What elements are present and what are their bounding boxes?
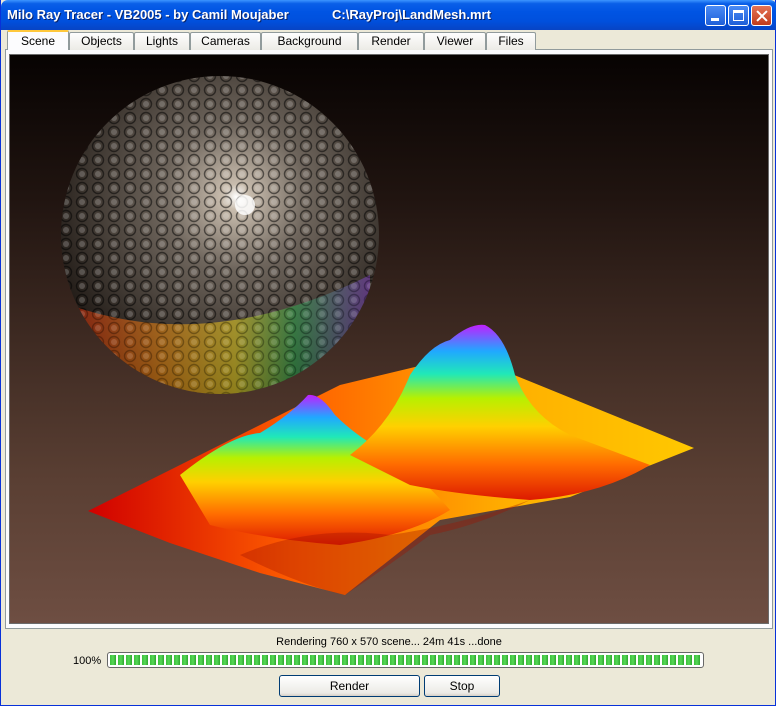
tab-scene[interactable]: Scene bbox=[7, 30, 69, 50]
tab-viewer[interactable]: Viewer bbox=[424, 32, 486, 50]
progress-percent-label: 100% bbox=[73, 655, 102, 667]
title-bar[interactable]: Milo Ray Tracer - VB2005 - by Camil Mouj… bbox=[1, 0, 776, 30]
maximize-icon[interactable] bbox=[728, 5, 749, 26]
render-viewport bbox=[9, 54, 769, 624]
window-file-path: C:\RayProj\LandMesh.mrt bbox=[332, 7, 491, 22]
tab-files[interactable]: Files bbox=[486, 32, 536, 50]
render-progress-bar bbox=[107, 652, 704, 668]
tab-cameras[interactable]: Cameras bbox=[190, 32, 261, 50]
render-button[interactable]: Render bbox=[279, 675, 420, 697]
minimize-icon[interactable] bbox=[705, 5, 726, 26]
tab-lights[interactable]: Lights bbox=[134, 32, 190, 50]
tab-objects[interactable]: Objects bbox=[69, 32, 134, 50]
window-title: Milo Ray Tracer - VB2005 - by Camil Mouj… bbox=[7, 7, 289, 22]
sphere-object bbox=[61, 76, 379, 394]
progress-bar-fill bbox=[110, 655, 701, 665]
rendered-scene-image bbox=[61, 76, 694, 595]
main-window: Milo Ray Tracer - VB2005 - by Camil Mouj… bbox=[0, 0, 776, 706]
close-icon[interactable] bbox=[751, 5, 772, 26]
stop-button[interactable]: Stop bbox=[424, 675, 500, 697]
render-status-text: Rendering 760 x 570 scene... 24m 41s ...… bbox=[276, 636, 502, 648]
tab-render[interactable]: Render bbox=[358, 32, 424, 50]
tab-strip: Scene Objects Lights Cameras Background … bbox=[5, 30, 773, 50]
tab-background[interactable]: Background bbox=[261, 32, 358, 50]
